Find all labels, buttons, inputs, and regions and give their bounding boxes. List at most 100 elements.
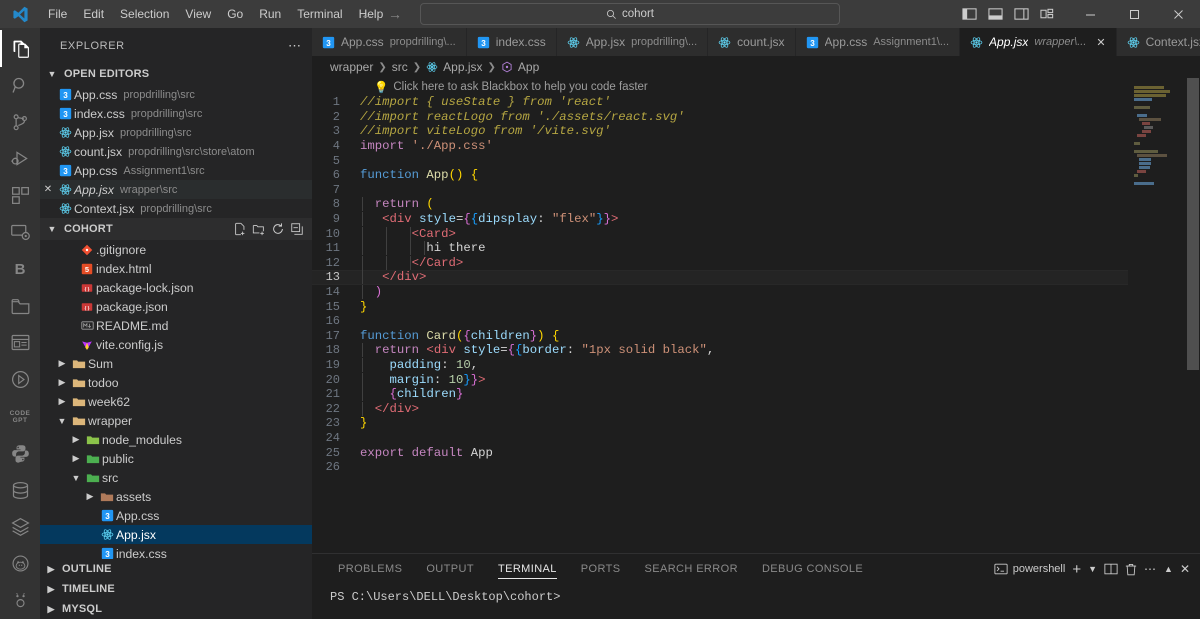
tab-app-css-assignment1[interactable]: 3 App.css Assignment1\... bbox=[795, 28, 961, 56]
menu-run[interactable]: Run bbox=[251, 2, 289, 26]
tree-item-wrapper[interactable]: ▼ wrapper bbox=[40, 411, 312, 430]
new-folder-icon[interactable] bbox=[252, 222, 266, 236]
open-editor-row[interactable]: 3 App.css Assignment1\src bbox=[40, 161, 312, 180]
close-icon[interactable]: ✕ bbox=[40, 184, 56, 195]
tree-item-app-css[interactable]: 3 App.css bbox=[40, 506, 312, 525]
terminal-output[interactable]: PS C:\Users\DELL\Desktop\cohort> bbox=[312, 584, 1200, 619]
activity-explorer[interactable] bbox=[0, 30, 40, 67]
chevron-up-icon[interactable]: ▲ bbox=[1164, 564, 1173, 574]
window-close-button[interactable] bbox=[1156, 0, 1200, 28]
open-editor-row[interactable]: Context.jsx propdrilling\src bbox=[40, 199, 312, 218]
panel-tab-output[interactable]: OUTPUT bbox=[414, 554, 486, 584]
breadcrumb-src[interactable]: src bbox=[392, 60, 408, 74]
tab-count-jsx[interactable]: count.jsx bbox=[708, 28, 796, 56]
tree-item-readme-md[interactable]: README.md bbox=[40, 316, 312, 335]
toggle-primary-sidebar-icon[interactable] bbox=[958, 3, 980, 25]
panel-tab-search-error[interactable]: SEARCH ERROR bbox=[633, 554, 750, 584]
panel-tab-terminal[interactable]: TERMINAL bbox=[486, 554, 569, 584]
tree-item-src[interactable]: ▼ src bbox=[40, 468, 312, 487]
menu-edit[interactable]: Edit bbox=[75, 2, 112, 26]
new-file-icon[interactable] bbox=[233, 222, 247, 236]
tree-item-package-lock-json[interactable]: { } package-lock.json bbox=[40, 278, 312, 297]
tab-index-css[interactable]: 3 index.css bbox=[466, 28, 557, 56]
new-terminal-icon[interactable]: + bbox=[1072, 561, 1081, 578]
more-actions-icon[interactable]: ⋯ bbox=[1144, 562, 1157, 576]
open-editors-header[interactable]: ▼ OPEN EDITORS bbox=[40, 63, 312, 85]
close-icon[interactable]: ✕ bbox=[1096, 36, 1105, 49]
tree-item-assets[interactable]: ▶ assets bbox=[40, 487, 312, 506]
panel-tab-problems[interactable]: PROBLEMS bbox=[326, 554, 414, 584]
open-editor-row[interactable]: App.jsx propdrilling\src bbox=[40, 123, 312, 142]
open-editor-row[interactable]: 3 App.css propdrilling\src bbox=[40, 85, 312, 104]
tab-app-jsx-wrapper[interactable]: App.jsx wrapper\... ✕ bbox=[960, 28, 1117, 56]
panel-tab-debug-console[interactable]: DEBUG CONSOLE bbox=[750, 554, 875, 584]
menu-go[interactable]: Go bbox=[219, 2, 251, 26]
tree-item-node-modules[interactable]: ▶ node_modules bbox=[40, 430, 312, 449]
activity-project-manager[interactable] bbox=[0, 288, 40, 325]
editor-vertical-scrollbar[interactable] bbox=[1186, 78, 1200, 553]
tab-context-jsx[interactable]: Context.jsx bbox=[1116, 28, 1200, 56]
kill-terminal-icon[interactable] bbox=[1125, 563, 1137, 576]
activity-code-gpt[interactable]: CODE GPT bbox=[0, 398, 40, 435]
breadcrumb-wrapper[interactable]: wrapper bbox=[330, 60, 373, 74]
split-terminal-icon[interactable] bbox=[1104, 563, 1118, 575]
tree-item-app-jsx[interactable]: App.jsx bbox=[40, 525, 312, 544]
chevron-down-icon[interactable]: ▼ bbox=[1088, 564, 1097, 574]
activity-blackbox[interactable]: B bbox=[0, 251, 40, 288]
activity-source-control[interactable] bbox=[0, 104, 40, 141]
arrow-right-icon[interactable]: → bbox=[388, 7, 402, 21]
activity-timeline[interactable] bbox=[0, 361, 40, 398]
activity-layers[interactable] bbox=[0, 509, 40, 546]
toggle-secondary-sidebar-icon[interactable] bbox=[1010, 3, 1032, 25]
open-editor-row[interactable]: count.jsx propdrilling\src\store\atom bbox=[40, 142, 312, 161]
menu-terminal[interactable]: Terminal bbox=[289, 2, 350, 26]
window-maximize-button[interactable] bbox=[1112, 0, 1156, 28]
activity-extensions[interactable] bbox=[0, 177, 40, 214]
refresh-icon[interactable] bbox=[271, 222, 285, 236]
arrow-left-icon[interactable]: ← bbox=[360, 7, 374, 21]
activity-run-and-debug[interactable] bbox=[0, 140, 40, 177]
tab-app-css-propdrilling[interactable]: 3 App.css propdrilling\... bbox=[312, 28, 467, 56]
customize-layout-icon[interactable] bbox=[1036, 3, 1058, 25]
close-icon[interactable]: ✕ bbox=[1180, 562, 1190, 576]
activity-monkey[interactable] bbox=[0, 545, 40, 582]
tree-item-vite-config-js[interactable]: vite.config.js bbox=[40, 335, 312, 354]
breadcrumb-symbol[interactable]: App bbox=[518, 60, 539, 74]
tree-item-index-html[interactable]: 5 index.html bbox=[40, 259, 312, 278]
tree-item-todoo[interactable]: ▶ todoo bbox=[40, 373, 312, 392]
tree-item-package-json[interactable]: { } package.json bbox=[40, 297, 312, 316]
section-timeline[interactable]: ▶ TIMELINE bbox=[40, 579, 312, 599]
activity-remote-explorer[interactable] bbox=[0, 214, 40, 251]
toggle-panel-icon[interactable] bbox=[984, 3, 1006, 25]
menu-selection[interactable]: Selection bbox=[112, 2, 177, 26]
tree-item-sum[interactable]: ▶ Sum bbox=[40, 354, 312, 373]
activity-search[interactable] bbox=[0, 67, 40, 104]
section-outline[interactable]: ▶ OUTLINE bbox=[40, 559, 312, 579]
activity-browser-preview[interactable] bbox=[0, 325, 40, 362]
ellipsis-icon[interactable]: ⋯ bbox=[288, 38, 302, 54]
menu-file[interactable]: File bbox=[40, 2, 75, 26]
tree-item-public[interactable]: ▶ public bbox=[40, 449, 312, 468]
activity-surprised-face[interactable] bbox=[0, 582, 40, 619]
section-mysql[interactable]: ▶ MYSQL bbox=[40, 599, 312, 619]
breadcrumb-file[interactable]: App.jsx bbox=[443, 60, 482, 74]
tab-app-jsx-propdrilling[interactable]: App.jsx propdrilling\... bbox=[556, 28, 709, 56]
scrollbar-thumb[interactable] bbox=[1187, 78, 1199, 370]
command-search-input[interactable]: cohort bbox=[420, 3, 840, 25]
tree-item-week62[interactable]: ▶ week62 bbox=[40, 392, 312, 411]
collapse-all-icon[interactable] bbox=[290, 222, 304, 236]
code-editor[interactable]: 💡 Click here to ask Blackbox to help you… bbox=[312, 78, 1200, 553]
menu-view[interactable]: View bbox=[177, 2, 219, 26]
minimap[interactable] bbox=[1128, 78, 1186, 553]
panel-tab-ports[interactable]: PORTS bbox=[569, 554, 633, 584]
open-editor-row[interactable]: 3 index.css propdrilling\src bbox=[40, 104, 312, 123]
workspace-header[interactable]: ▼ COHORT bbox=[40, 218, 312, 240]
terminal-shell-selector[interactable]: powershell bbox=[994, 563, 1065, 575]
window-minimize-button[interactable] bbox=[1068, 0, 1112, 28]
activity-python[interactable] bbox=[0, 435, 40, 472]
blackbox-hint[interactable]: 💡 Click here to ask Blackbox to help you… bbox=[312, 78, 1128, 95]
tree-item-index-css[interactable]: 3 index.css bbox=[40, 544, 312, 559]
tree-item-gitignore[interactable]: .gitignore bbox=[40, 240, 312, 259]
open-editor-row-active[interactable]: ✕ App.jsx wrapper\src bbox=[40, 180, 312, 199]
activity-database[interactable] bbox=[0, 472, 40, 509]
